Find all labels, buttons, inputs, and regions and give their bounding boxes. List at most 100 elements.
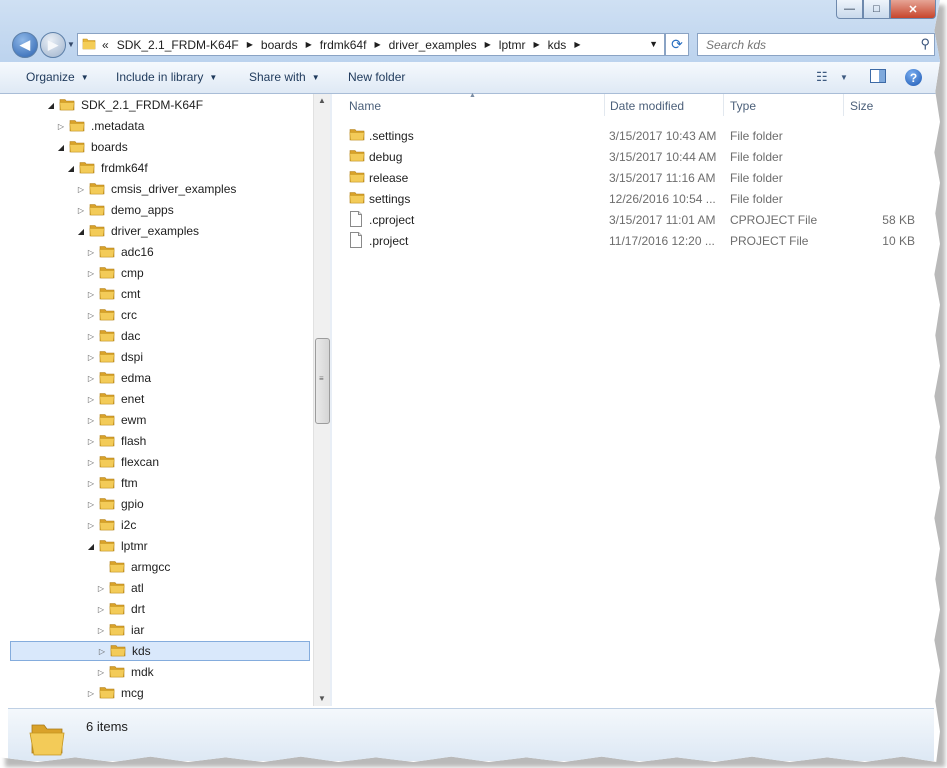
expand-icon[interactable]: ▷ [96, 605, 106, 614]
view-dropdown-icon[interactable]: ▼ [840, 73, 848, 82]
column-header-name[interactable]: Name [349, 94, 381, 118]
pane-splitter[interactable] [330, 94, 332, 706]
tree-item[interactable]: ▷ dac [86, 326, 140, 346]
tree-item[interactable]: ▷ drt [96, 599, 145, 619]
expand-icon[interactable]: ▷ [86, 269, 96, 278]
expand-icon[interactable]: ▷ [86, 374, 96, 383]
tree-item[interactable]: ▷ flexcan [86, 452, 159, 472]
breadcrumb-item[interactable]: kds [548, 38, 567, 52]
breadcrumb-item[interactable]: boards [261, 38, 298, 52]
column-divider[interactable] [723, 94, 724, 116]
chevron-right-icon[interactable]: ▶ [247, 40, 253, 49]
file-row[interactable]: settings 12/26/2016 10:54 ... File folder [345, 188, 927, 209]
tree-item[interactable]: armgcc [96, 557, 170, 577]
expand-icon[interactable]: ▷ [86, 500, 96, 509]
tree-item[interactable]: ▷ cmp [86, 263, 144, 283]
expand-icon[interactable]: ▷ [86, 437, 96, 446]
recent-pages-dropdown[interactable]: ▼ [67, 40, 75, 49]
expand-icon[interactable]: ▷ [96, 584, 106, 593]
tree-item[interactable]: ▷ dspi [86, 347, 143, 367]
breadcrumb-item[interactable]: SDK_2.1_FRDM-K64F [117, 38, 239, 52]
tree-item[interactable]: ▷ demo_apps [76, 200, 174, 220]
column-header-type[interactable]: Type [730, 94, 756, 118]
breadcrumb-item[interactable]: frdmk64f [320, 38, 367, 52]
tree-item[interactable]: ▷ ewm [86, 410, 146, 430]
expanded-icon[interactable]: ◢ [46, 101, 56, 110]
tree-item[interactable]: ▷ atl [96, 578, 144, 598]
include-in-library-button[interactable]: Include in library ▼ [116, 70, 217, 84]
scrollbar-thumb[interactable]: ≡ [315, 338, 330, 424]
expand-icon[interactable]: ▷ [86, 353, 96, 362]
scroll-down-icon[interactable]: ▼ [314, 692, 330, 706]
preview-pane-icon[interactable] [870, 69, 886, 86]
column-divider[interactable] [604, 94, 605, 116]
tree-item[interactable]: ◢ driver_examples [76, 221, 199, 241]
expand-icon[interactable]: ▷ [76, 206, 86, 215]
expand-icon[interactable]: ▷ [86, 311, 96, 320]
organize-button[interactable]: Organize ▼ [26, 70, 89, 84]
expand-icon[interactable]: ▷ [96, 668, 106, 677]
minimize-button[interactable]: — [836, 0, 863, 19]
tree-item[interactable]: ▷ flash [86, 431, 146, 451]
tree-item[interactable]: ▷ edma [86, 368, 151, 388]
column-divider[interactable] [843, 94, 844, 116]
address-bar[interactable]: « SDK_2.1_FRDM-K64F ▶ boards ▶ frdmk64f ▶ driv… [77, 33, 665, 56]
search-input[interactable] [704, 36, 908, 53]
forward-button[interactable]: ▶ [40, 32, 66, 58]
view-options-icon[interactable]: ☷ [816, 69, 828, 85]
back-button[interactable]: ◀ [12, 32, 38, 58]
expand-icon[interactable]: ▷ [96, 626, 106, 635]
tree-item[interactable]: ▷ mcg [86, 683, 144, 703]
expand-icon[interactable]: ▷ [86, 689, 96, 698]
tree-item[interactable]: ◢ frdmk64f [66, 158, 148, 178]
tree-item[interactable]: ▷ adc16 [86, 242, 154, 262]
file-row[interactable]: .project 11/17/2016 12:20 ... PROJECT File… [345, 230, 927, 251]
scroll-up-icon[interactable]: ▲ [314, 94, 330, 108]
file-row[interactable]: .settings 3/15/2017 10:43 AM File folder [345, 125, 927, 146]
tree-item[interactable]: ▷ iar [96, 620, 144, 640]
tree-item[interactable]: ▷ cmsis_driver_examples [76, 179, 236, 199]
chevron-right-icon[interactable]: ▶ [533, 40, 539, 49]
chevron-right-icon[interactable]: ▶ [374, 40, 380, 49]
share-with-button[interactable]: Share with ▼ [249, 70, 320, 84]
close-button[interactable]: ✕ [890, 0, 936, 19]
chevron-right-icon[interactable]: ▶ [485, 40, 491, 49]
file-row[interactable]: debug 3/15/2017 10:44 AM File folder [345, 146, 927, 167]
navigation-scrollbar[interactable]: ▲ ≡ ▼ [313, 94, 330, 706]
expand-icon[interactable]: ▷ [86, 290, 96, 299]
expand-icon[interactable]: ▷ [86, 458, 96, 467]
expanded-icon[interactable]: ◢ [86, 542, 96, 551]
breadcrumb-item[interactable]: driver_examples [389, 38, 477, 52]
tree-item[interactable]: ▷ kds [10, 641, 310, 661]
expand-icon[interactable]: ▷ [97, 647, 107, 656]
refresh-button[interactable]: ⟳ [665, 33, 689, 56]
expanded-icon[interactable]: ◢ [56, 143, 66, 152]
tree-item[interactable]: ◢ lptmr [86, 536, 148, 556]
tree-item[interactable]: ▷ i2c [86, 515, 136, 535]
chevron-down-icon[interactable]: ▼ [649, 39, 658, 49]
column-header-date-modified[interactable]: Date modified [610, 94, 684, 118]
new-folder-button[interactable]: New folder [348, 70, 405, 84]
expanded-icon[interactable]: ◢ [76, 227, 86, 236]
help-icon[interactable]: ? [905, 69, 922, 86]
expand-icon[interactable]: ▷ [86, 395, 96, 404]
column-header-size[interactable]: Size [850, 94, 873, 118]
expand-icon[interactable]: ▷ [86, 521, 96, 530]
chevron-right-icon[interactable]: ▶ [574, 40, 580, 49]
tree-item[interactable]: ▷ cmt [86, 284, 140, 304]
breadcrumb-overflow[interactable]: « [102, 38, 109, 52]
expand-icon[interactable]: ▷ [86, 479, 96, 488]
tree-item[interactable]: ▷ mdk [96, 662, 154, 682]
tree-item[interactable]: ◢ boards [56, 137, 128, 157]
tree-item[interactable]: ◢ SDK_2.1_FRDM-K64F [46, 95, 203, 115]
maximize-button[interactable]: □ [863, 0, 890, 19]
expand-icon[interactable]: ▷ [86, 248, 96, 257]
file-row[interactable]: .cproject 3/15/2017 11:01 AM CPROJECT File… [345, 209, 927, 230]
expand-icon[interactable]: ▷ [56, 122, 66, 131]
chevron-right-icon[interactable]: ▶ [306, 40, 312, 49]
expanded-icon[interactable]: ◢ [66, 164, 76, 173]
search-box[interactable]: ⚲ [697, 33, 935, 56]
breadcrumb-item[interactable]: lptmr [499, 38, 526, 52]
search-icon[interactable]: ⚲ [920, 36, 930, 52]
expand-icon[interactable]: ▷ [86, 332, 96, 341]
